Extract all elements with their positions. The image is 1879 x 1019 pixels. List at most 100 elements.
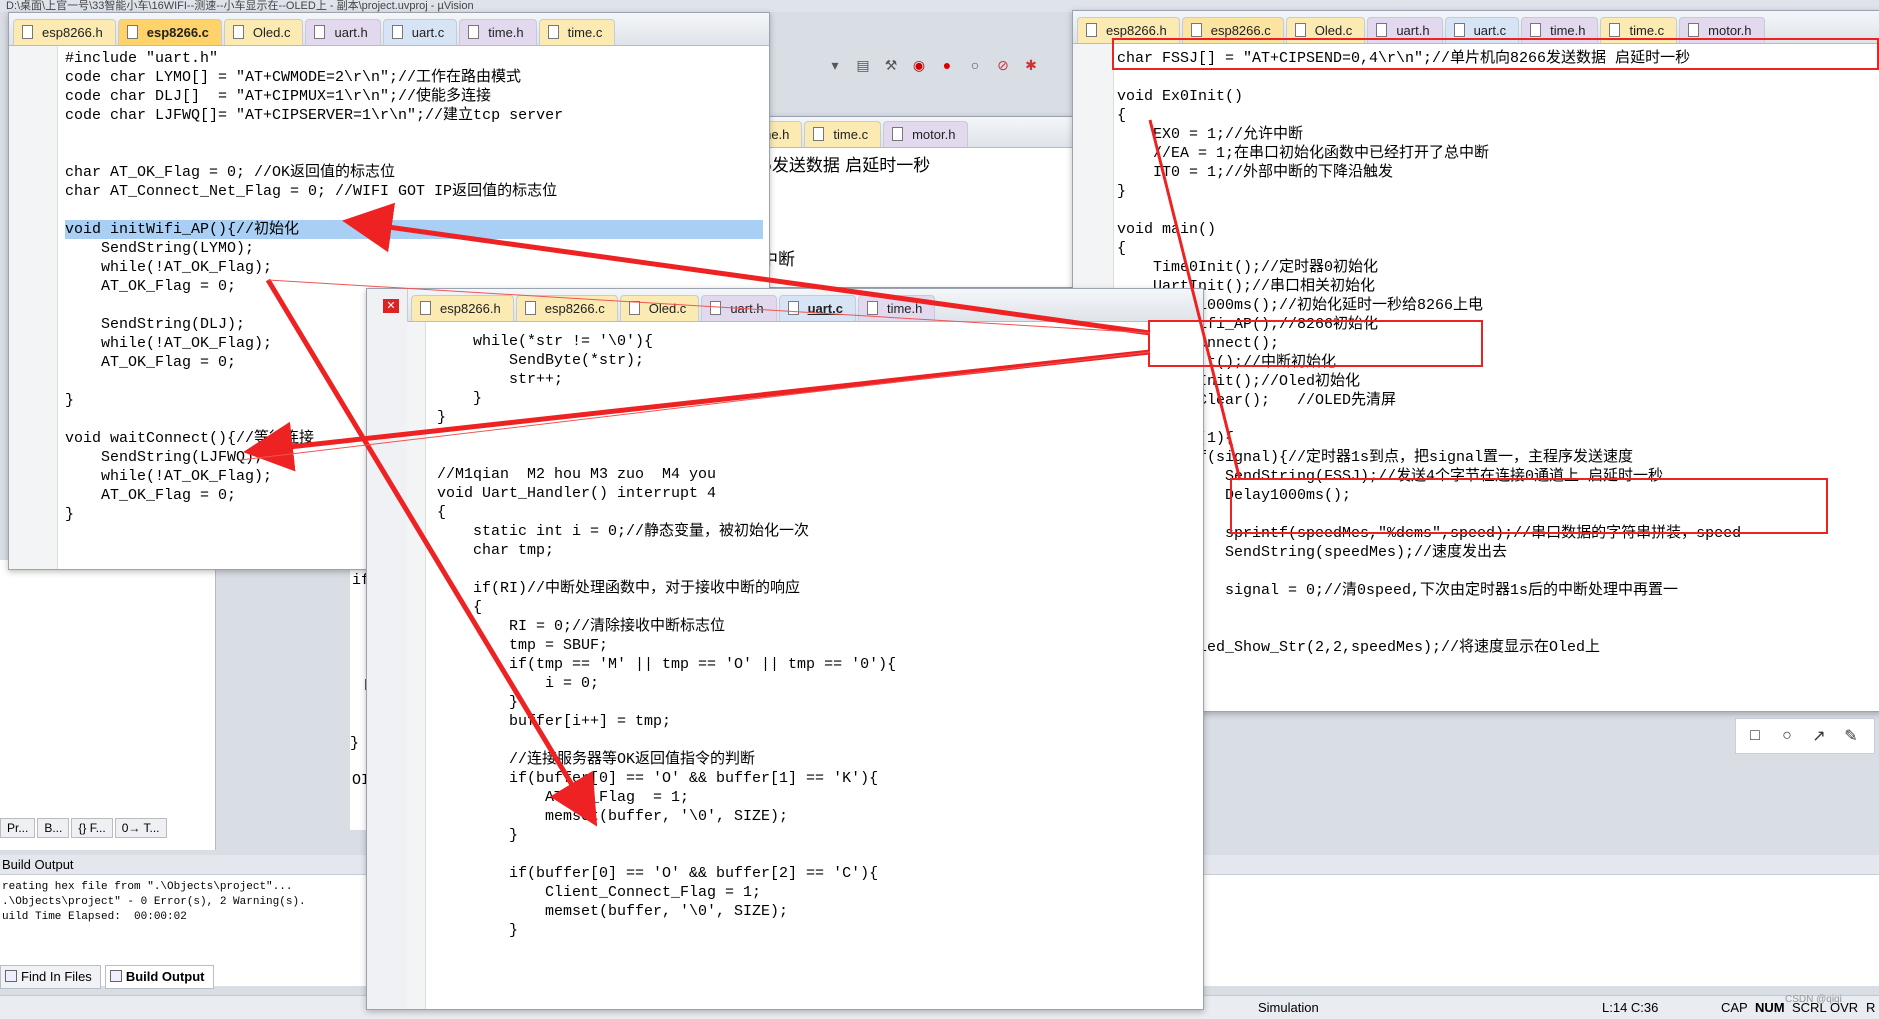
document-icon[interactable]: ▤ xyxy=(854,56,872,74)
code-line: code char LYMO[] = "AT+CWMODE=2\r\n";//工… xyxy=(65,69,522,86)
status-mode: Simulation xyxy=(1258,1000,1319,1015)
code-line: SendString(speedMes);//速度发出去 xyxy=(1117,544,1508,561)
code-line: RI = 0;//清除接收中断标志位 xyxy=(437,618,726,635)
status-num: NUM xyxy=(1755,1000,1785,1015)
code-line: Oled_Clear(); //OLED先清屏 xyxy=(1117,392,1397,409)
dropdown-icon[interactable]: ▾ xyxy=(826,56,844,74)
tab-oled-c[interactable]: Oled.c xyxy=(619,295,700,321)
tab-oled-c[interactable]: Oled.c xyxy=(223,19,304,45)
code-line: if(tmp == 'M' || tmp == 'O' || tmp == '0… xyxy=(437,656,897,673)
tab-time-c[interactable]: time.c xyxy=(538,19,616,45)
toolbar: ▾ ▤ ⚒ ◉ ● ○ ⊘ ✱ xyxy=(820,48,1086,82)
code-line: static int i = 0;//静态变量，被初始化一次 xyxy=(437,523,810,540)
tab-uart-h[interactable]: uart.h xyxy=(701,295,777,321)
code-line: IT0 = 1;//外部中断的下降沿触发 xyxy=(1117,164,1394,181)
tab-uart-c[interactable]: uart.c xyxy=(382,19,458,45)
background-editor-tabs: time.h time.c motor.h xyxy=(721,117,1081,148)
code-line: //M1qian M2 hou M3 zuo M4 you xyxy=(437,466,717,483)
code-line: //连接服务器等OK返回值指令的判断 xyxy=(437,751,756,768)
code-line: } xyxy=(437,827,519,844)
tab-uart-c[interactable]: uart.c xyxy=(778,295,856,321)
breakpoint-disabled-icon[interactable]: ○ xyxy=(966,56,984,74)
code-line: char AT_OK_Flag = 0; //OK返回值的标志位 xyxy=(65,164,396,181)
tab-find-in-files[interactable]: Find In Files xyxy=(0,965,101,989)
code-line: void Uart_Handler() interrupt 4 xyxy=(437,485,717,502)
close-icon[interactable]: ✕ xyxy=(383,299,399,313)
code-line: buffer[i++] = tmp; xyxy=(437,713,672,730)
code-line: Oled_Init();//Oled初始化 xyxy=(1117,373,1361,390)
tab-esp8266-h[interactable]: esp8266.h xyxy=(411,295,514,321)
status-position: L:14 C:36 xyxy=(1602,1000,1659,1015)
editor-tabs: esp8266.h esp8266.c Oled.c uart.h uart.c… xyxy=(407,289,1203,322)
code-editor[interactable]: while(*str != '\0'){ SendByte(*str); str… xyxy=(437,331,1197,939)
code-line: #include "uart.h" xyxy=(65,50,219,67)
build-output-title: Build Output xyxy=(2,857,74,872)
code-line: char tmp; xyxy=(437,542,555,559)
highlight-box-init-calls xyxy=(1148,320,1483,367)
tab-uart-h[interactable]: uart.h xyxy=(305,19,381,45)
code-line: Time0Init();//定时器0初始化 xyxy=(1117,259,1379,276)
watermark: CSDN @qiqi xyxy=(1785,994,1842,1005)
code-line: } xyxy=(1117,657,1874,676)
tab-esp8266-c[interactable]: esp8266.c xyxy=(117,19,222,45)
code-line: { xyxy=(1117,240,1127,257)
background-editor: time.h time.c motor.h 6发送数据 启延时一秒 中断 xyxy=(720,116,1082,288)
editor-tabs: esp8266.h esp8266.c Oled.c uart.h uart.c… xyxy=(9,13,769,46)
drawing-toolbar: □ ○ ↗ ✎ xyxy=(1735,718,1875,754)
tab-functions[interactable]: {} F... xyxy=(71,818,113,838)
breakpoint-icon[interactable]: ● xyxy=(938,56,956,74)
project-tabs: Pr... B... {} F... 0→ T... xyxy=(0,818,167,838)
code-line: //EA = 1;在串口初始化函数中已经打开了总中断 xyxy=(1117,145,1490,162)
ellipse-tool-icon[interactable]: ○ xyxy=(1778,727,1796,745)
tab-esp8266-h[interactable]: esp8266.h xyxy=(13,19,116,45)
tab-time-h[interactable]: time.h xyxy=(459,19,537,45)
settings-icon[interactable]: ✱ xyxy=(1022,56,1040,74)
code-line: code char DLJ[] = "AT+CIPMUX=1\r\n";//使能… xyxy=(65,88,492,105)
code-line: void Ex0Init() xyxy=(1117,88,1244,105)
code-line: if(RI)//中断处理函数中，对于接收中断的响应 xyxy=(437,580,801,597)
link-icon[interactable]: ⊘ xyxy=(994,56,1012,74)
tab-label: Build Output xyxy=(125,969,205,984)
tab-esp8266-c[interactable]: esp8266.c xyxy=(515,295,618,321)
arrow-tool-icon[interactable]: ↗ xyxy=(1810,727,1828,745)
tab-label: Find In Files xyxy=(21,969,92,984)
code-line: signal = 0;//清0speed,下次由定时器1s后的中断处理中再置一 xyxy=(1117,582,1679,599)
tab-time-h[interactable]: time.h xyxy=(857,295,936,321)
code-line: code char LJFWQ[]= "AT+CIPSERVER=1\r\n";… xyxy=(65,107,564,124)
code-line: str++; xyxy=(437,371,564,388)
code-line: tmp = SBUF; xyxy=(437,637,609,654)
rectangle-tool-icon[interactable]: □ xyxy=(1746,727,1764,745)
output-icon xyxy=(109,970,122,982)
tab-build-output[interactable]: Build Output xyxy=(104,965,214,989)
code-line: memset(buffer, '\0', SIZE); xyxy=(437,808,789,825)
code-line: AT_OK_Flag = 1; xyxy=(437,789,690,806)
tab-books[interactable]: B... xyxy=(37,818,70,838)
output-line: uild Time Elapsed: 00:00:02 xyxy=(2,911,187,923)
code-line: while(!AT_OK_Flag); xyxy=(65,259,273,276)
tab-motor-h[interactable]: motor.h xyxy=(883,121,969,147)
side-strip xyxy=(367,289,408,1009)
code-line: void initWifi_AP(){//初始化 xyxy=(65,220,763,239)
code-line: if(signal){//定时器1s到点，把signal置一，主程序发送速度 xyxy=(1117,449,1634,466)
code-line: } xyxy=(1117,183,1127,200)
code-line: } xyxy=(437,694,519,711)
tab-project[interactable]: Pr... xyxy=(0,818,36,838)
status-r: R xyxy=(1866,1000,1876,1015)
code-line: if(buffer[0] == 'O' && buffer[1] == 'K')… xyxy=(437,770,879,787)
code-line: SendString(LYMO); xyxy=(65,240,255,257)
debug-icon[interactable]: ◉ xyxy=(910,56,928,74)
pen-tool-icon[interactable]: ✎ xyxy=(1842,727,1860,745)
editor-window-uart: ✕ esp8266.h esp8266.c Oled.c uart.h uart… xyxy=(366,288,1204,1010)
code-line: memset(buffer, '\0', SIZE); xyxy=(437,903,789,920)
highlight-box-fssj xyxy=(1112,38,1879,70)
tab-templates[interactable]: 0→ T... xyxy=(114,818,167,838)
tab-time-c[interactable]: time.c xyxy=(804,121,882,147)
tools-icon[interactable]: ⚒ xyxy=(882,56,900,74)
